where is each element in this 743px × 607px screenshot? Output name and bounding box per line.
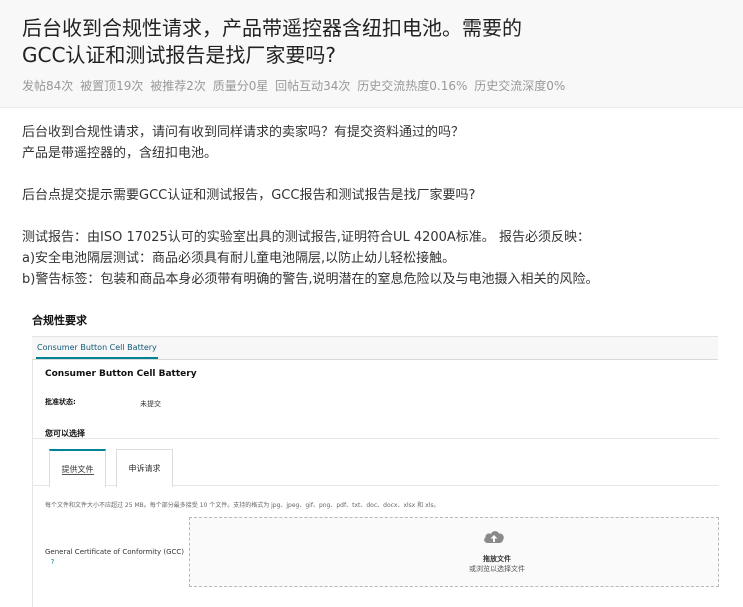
status-label: 批准状态:	[45, 398, 76, 406]
stat-recommended: 被推荐2次	[150, 79, 206, 93]
body-line: b)警告标签：包装和商品本身必须带有明确的警告,说明潜在的窒息危险以及与电池摄入…	[22, 272, 599, 287]
file-size-note: 每个文件和文件大小不应超过 25 MB。每个部分最多接受 10 个文件。支持的格…	[45, 502, 440, 509]
body-line: 测试报告：由ISO 17025认可的实验室出具的测试报告,证明符合UL 4200…	[22, 230, 590, 245]
option-row: 提供文件 申诉请求	[33, 438, 719, 487]
post-body: 后台收到合规性请求，请问有收到同样请求的卖家吗？有提交资料通过的吗？ 产品是带遥…	[22, 122, 734, 290]
post-title-line-2: GCC认证和测试报告是找厂家要吗?	[22, 43, 337, 67]
drop-subtitle[interactable]: 或浏览以选择文件	[190, 564, 743, 574]
body-line: 后台点提交提示需要GCC认证和测试报告，GCC报告和测试报告是找厂家要吗?	[22, 188, 476, 203]
tab-bar: Consumer Button Cell Battery	[32, 336, 718, 360]
stat-depth: 历史交流深度0%	[474, 79, 566, 93]
compliance-panel: Consumer Button Cell Battery 批准状态: 未提交 您…	[32, 360, 719, 607]
tab-button-cell-battery[interactable]: Consumer Button Cell Battery	[36, 337, 158, 359]
body-line: 后台收到合规性请求，请问有收到同样请求的卖家吗？有提交资料通过的吗？	[22, 125, 465, 140]
drop-title: 拖放文件	[483, 555, 511, 563]
body-line: a)安全电池隔层测试：商品必须具有耐儿童电池隔层,以防止幼儿轻松接触。	[22, 251, 456, 266]
file-dropzone[interactable]: 拖放文件 或浏览以选择文件	[189, 517, 719, 587]
post-header: 后台收到合规性请求，产品带遥控器含纽扣电池。需要的 GCC认证和测试报告是找厂家…	[0, 0, 743, 108]
appeal-request-label: 申诉请求	[128, 464, 161, 473]
post-stats: 发帖84次 被置顶19次 被推荐2次 质量分0星 回帖互动34次 历史交流热度0…	[22, 77, 568, 94]
stat-heat: 历史交流热度0.16%	[357, 79, 468, 93]
post-title: 后台收到合规性请求，产品带遥控器含纽扣电池。需要的 GCC认证和测试报告是找厂家…	[22, 15, 662, 69]
cloud-upload-icon	[484, 531, 504, 543]
panel-title: Consumer Button Cell Battery	[45, 369, 197, 379]
body-line: 产品是带遥控器的，含纽扣电池。	[22, 146, 218, 161]
stat-posts: 发帖84次	[22, 79, 74, 93]
appeal-request-option[interactable]: 申诉请求	[116, 449, 173, 487]
compliance-heading: 合规性要求	[32, 314, 87, 327]
help-icon[interactable]: ?	[48, 558, 57, 567]
gcc-label: General Certificate of Conformity (GCC)	[45, 548, 185, 556]
provide-documents-option[interactable]: 提供文件	[49, 449, 106, 487]
stat-pinned: 被置顶19次	[80, 79, 144, 93]
provide-documents-label: 提供文件	[61, 465, 94, 475]
post-title-line-1: 后台收到合规性请求，产品带遥控器含纽扣电池。需要的	[22, 16, 522, 40]
status-value: 未提交	[140, 400, 161, 408]
stat-replies: 回帖互动34次	[275, 79, 351, 93]
stat-quality: 质量分0星	[212, 79, 269, 93]
embedded-screenshot: 合规性要求 Consumer Button Cell Battery Consu…	[32, 306, 722, 607]
